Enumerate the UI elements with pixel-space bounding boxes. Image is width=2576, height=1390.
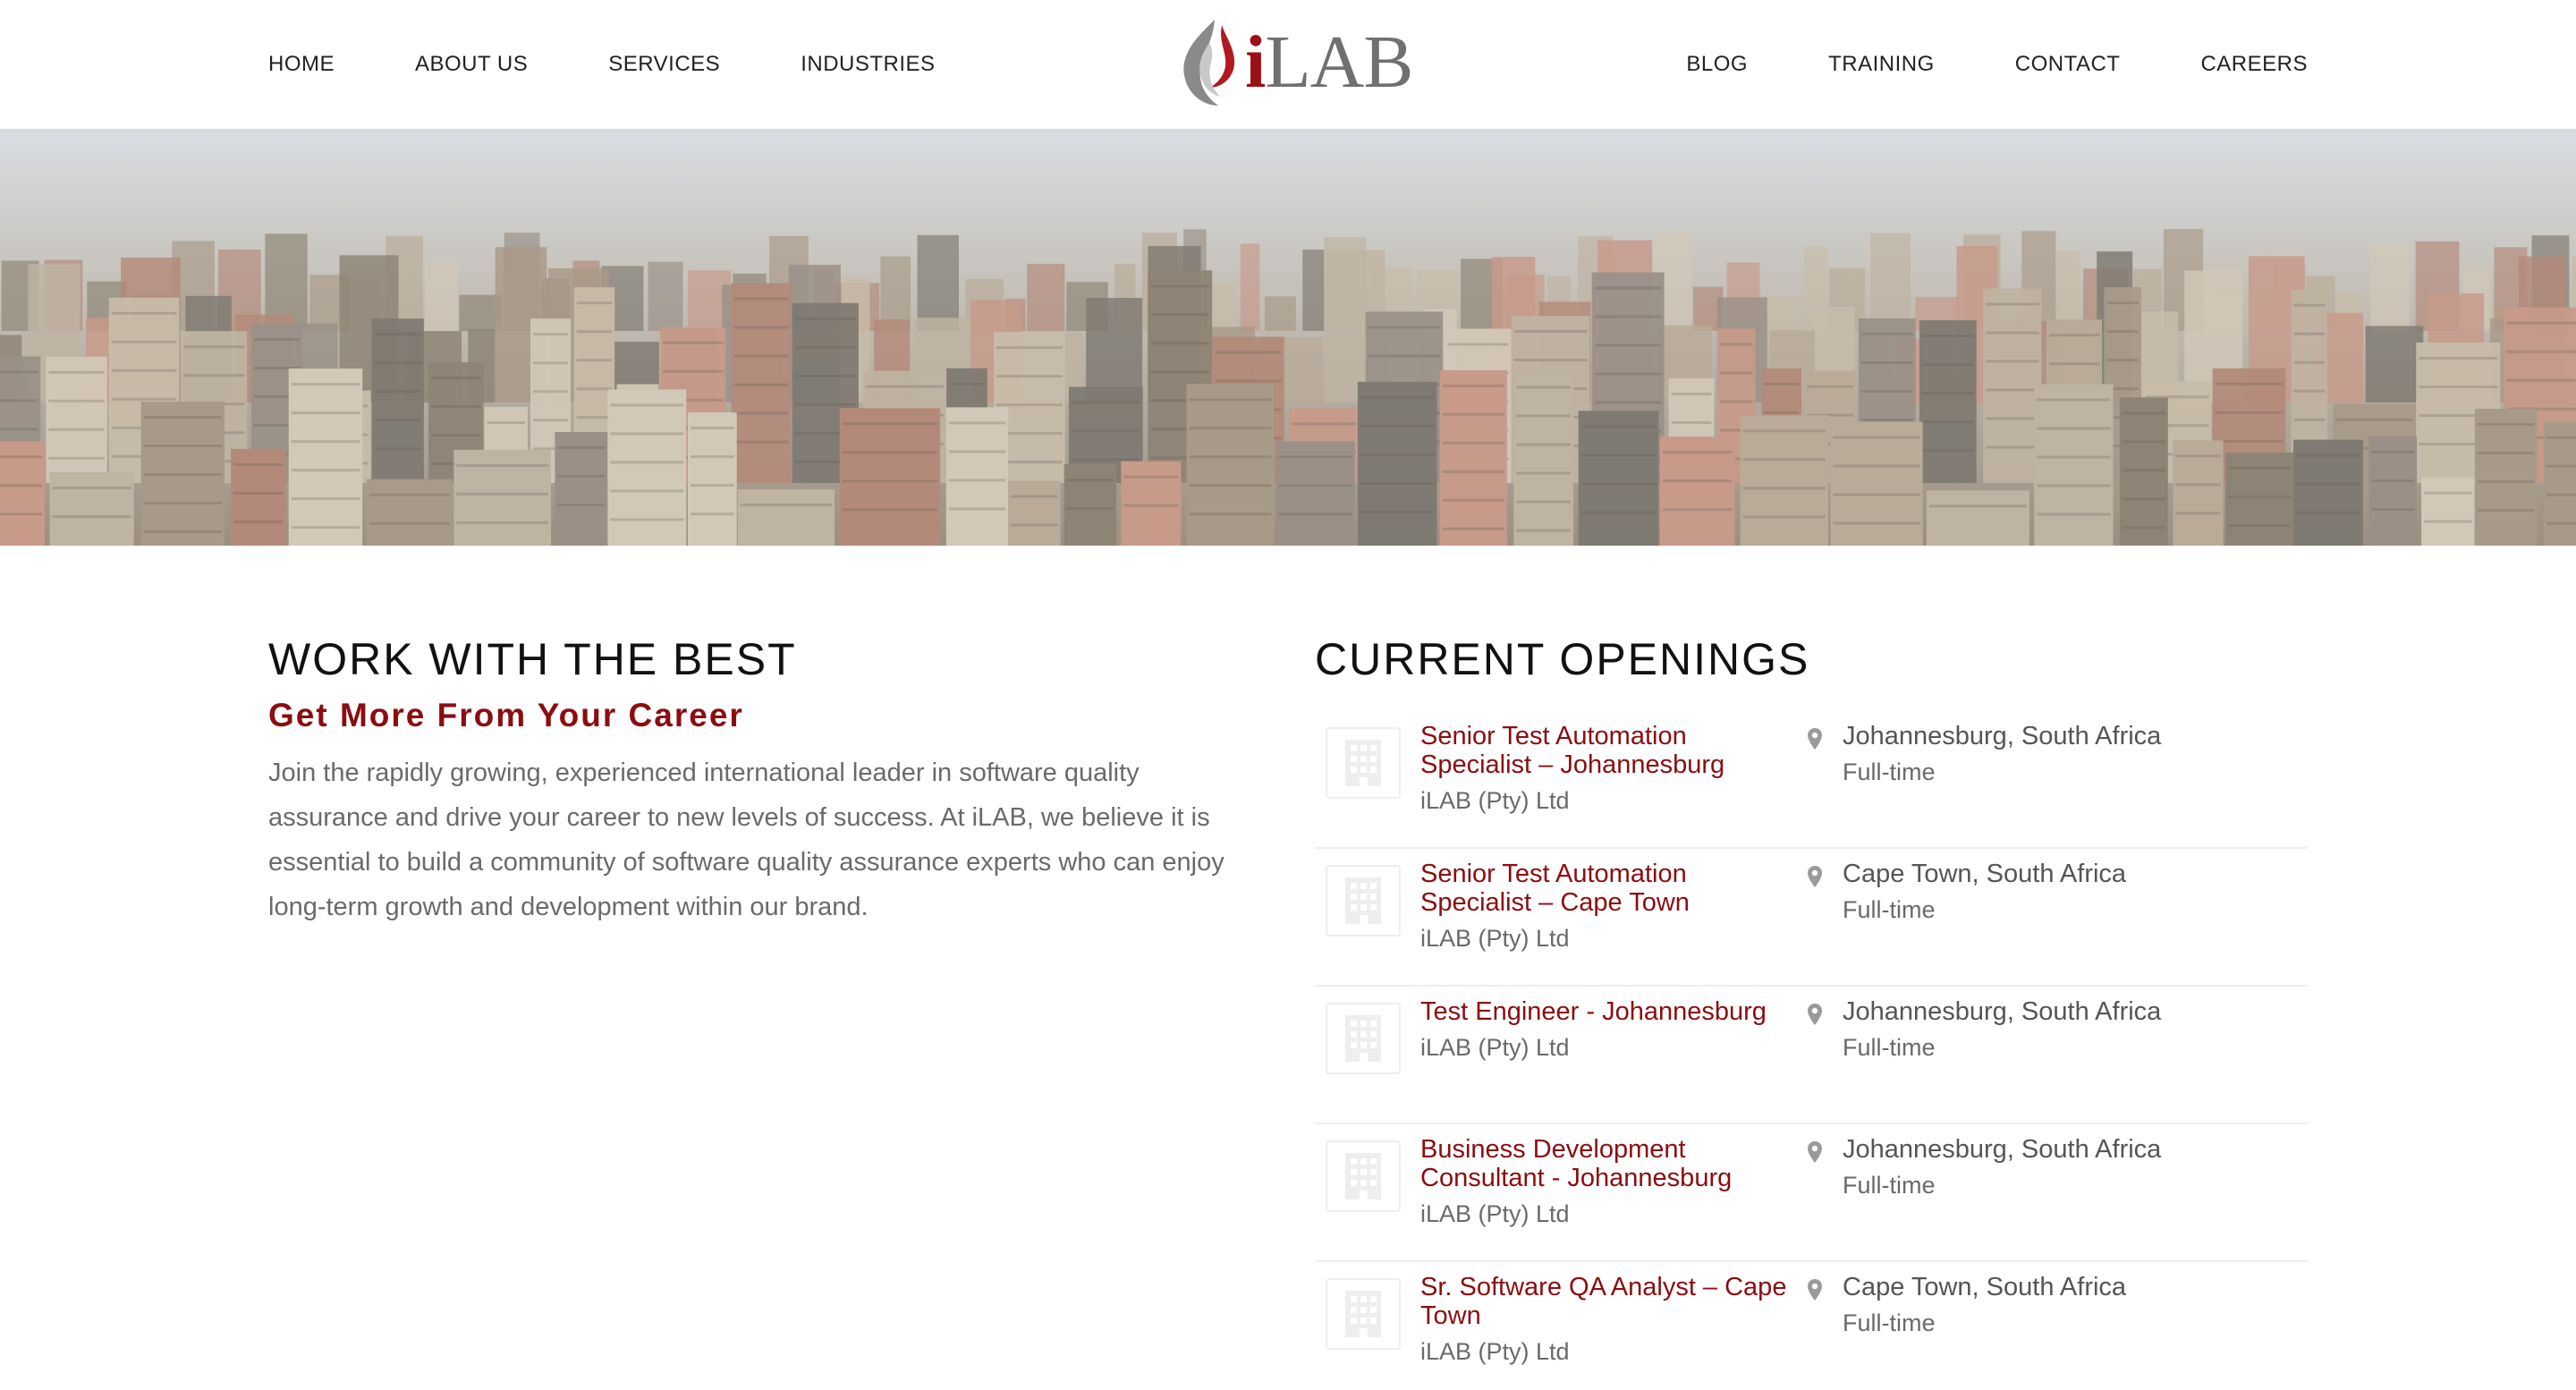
map-pin-icon <box>1807 1140 1823 1168</box>
company-building-icon <box>1326 1140 1401 1212</box>
job-listing: Test Engineer - Johannesburg iLAB (Pty) … <box>1315 987 2308 1124</box>
primary-nav-left: HOME ABOUT US SERVICES INDUSTRIES <box>268 0 1016 129</box>
map-pin-icon <box>1807 1003 1823 1030</box>
intro-section: WORK WITH THE BEST Get More From Your Ca… <box>268 635 1261 929</box>
site-header: HOME ABOUT US SERVICES INDUSTRIES iLAB B… <box>0 0 2576 129</box>
primary-nav-right: BLOG TRAINING CONTACT CAREERS <box>1606 0 2308 129</box>
hero-city-image <box>0 129 2576 546</box>
openings-section: CURRENT OPENINGS Senior Test Automation … <box>1315 635 2308 1390</box>
job-location: Cape Town, South Africa Full-time <box>1843 1273 2165 1337</box>
nav-services[interactable]: SERVICES <box>608 52 720 77</box>
company-building-icon <box>1326 865 1401 937</box>
job-location: Johannesburg, South Africa Full-time <box>1843 722 2165 786</box>
nav-blog[interactable]: BLOG <box>1686 52 1748 77</box>
job-title-link[interactable]: Business Development Consultant - Johann… <box>1420 1135 1796 1228</box>
job-type: Full-time <box>1843 1172 1936 1199</box>
job-listing: Senior Test Automation Specialist – Joha… <box>1315 711 2308 849</box>
job-location: Johannesburg, South Africa Full-time <box>1843 997 2165 1062</box>
nav-training[interactable]: TRAINING <box>1828 52 1935 77</box>
job-company: iLAB (Pty) Ltd <box>1420 787 1570 814</box>
intro-subheading: Get More From Your Career <box>268 697 744 733</box>
logo-wordmark: iLAB <box>1245 21 1413 104</box>
map-pin-icon <box>1807 865 1823 893</box>
job-company: iLAB (Pty) Ltd <box>1420 1338 1570 1365</box>
job-listing: Senior Test Automation Specialist – Cape… <box>1315 849 2308 987</box>
site-logo[interactable]: iLAB <box>1174 13 1413 113</box>
job-listing: Business Development Consultant - Johann… <box>1315 1124 2308 1262</box>
job-company: iLAB (Pty) Ltd <box>1420 925 1570 952</box>
map-pin-icon <box>1807 727 1823 755</box>
job-location: Cape Town, South Africa Full-time <box>1843 860 2165 924</box>
job-title-link[interactable]: Sr. Software QA Analyst – Cape Town iLAB… <box>1420 1273 1796 1366</box>
job-type: Full-time <box>1843 1309 1936 1336</box>
nav-industries[interactable]: INDUSTRIES <box>801 52 935 77</box>
job-title-link[interactable]: Test Engineer - Johannesburg iLAB (Pty) … <box>1420 997 1796 1062</box>
job-type: Full-time <box>1843 1034 1936 1061</box>
nav-home[interactable]: HOME <box>268 52 335 77</box>
nav-careers[interactable]: CAREERS <box>2200 52 2308 77</box>
job-title-link[interactable]: Senior Test Automation Specialist – Joha… <box>1420 722 1796 815</box>
intro-body: Join the rapidly growing, experienced in… <box>268 759 1224 921</box>
openings-heading: CURRENT OPENINGS <box>1315 634 1810 684</box>
job-type: Full-time <box>1843 896 1936 923</box>
job-location: Johannesburg, South Africa Full-time <box>1843 1135 2165 1199</box>
map-pin-icon <box>1807 1278 1823 1306</box>
job-company: iLAB (Pty) Ltd <box>1420 1200 1570 1227</box>
company-building-icon <box>1326 1278 1401 1350</box>
job-list: Senior Test Automation Specialist – Joha… <box>1315 711 2308 1390</box>
job-title-link[interactable]: Senior Test Automation Specialist – Cape… <box>1420 860 1796 953</box>
job-type: Full-time <box>1843 759 1936 785</box>
nav-contact[interactable]: CONTACT <box>2015 52 2121 77</box>
company-building-icon <box>1326 727 1401 799</box>
job-listing: Sr. Software QA Analyst – Cape Town iLAB… <box>1315 1262 2308 1390</box>
city-skyline-image <box>0 129 2576 546</box>
nav-about-us[interactable]: ABOUT US <box>415 52 528 77</box>
intro-heading: WORK WITH THE BEST <box>268 634 797 684</box>
job-company: iLAB (Pty) Ltd <box>1420 1034 1570 1061</box>
flame-logo-icon <box>1174 16 1243 109</box>
company-building-icon <box>1326 1003 1401 1074</box>
